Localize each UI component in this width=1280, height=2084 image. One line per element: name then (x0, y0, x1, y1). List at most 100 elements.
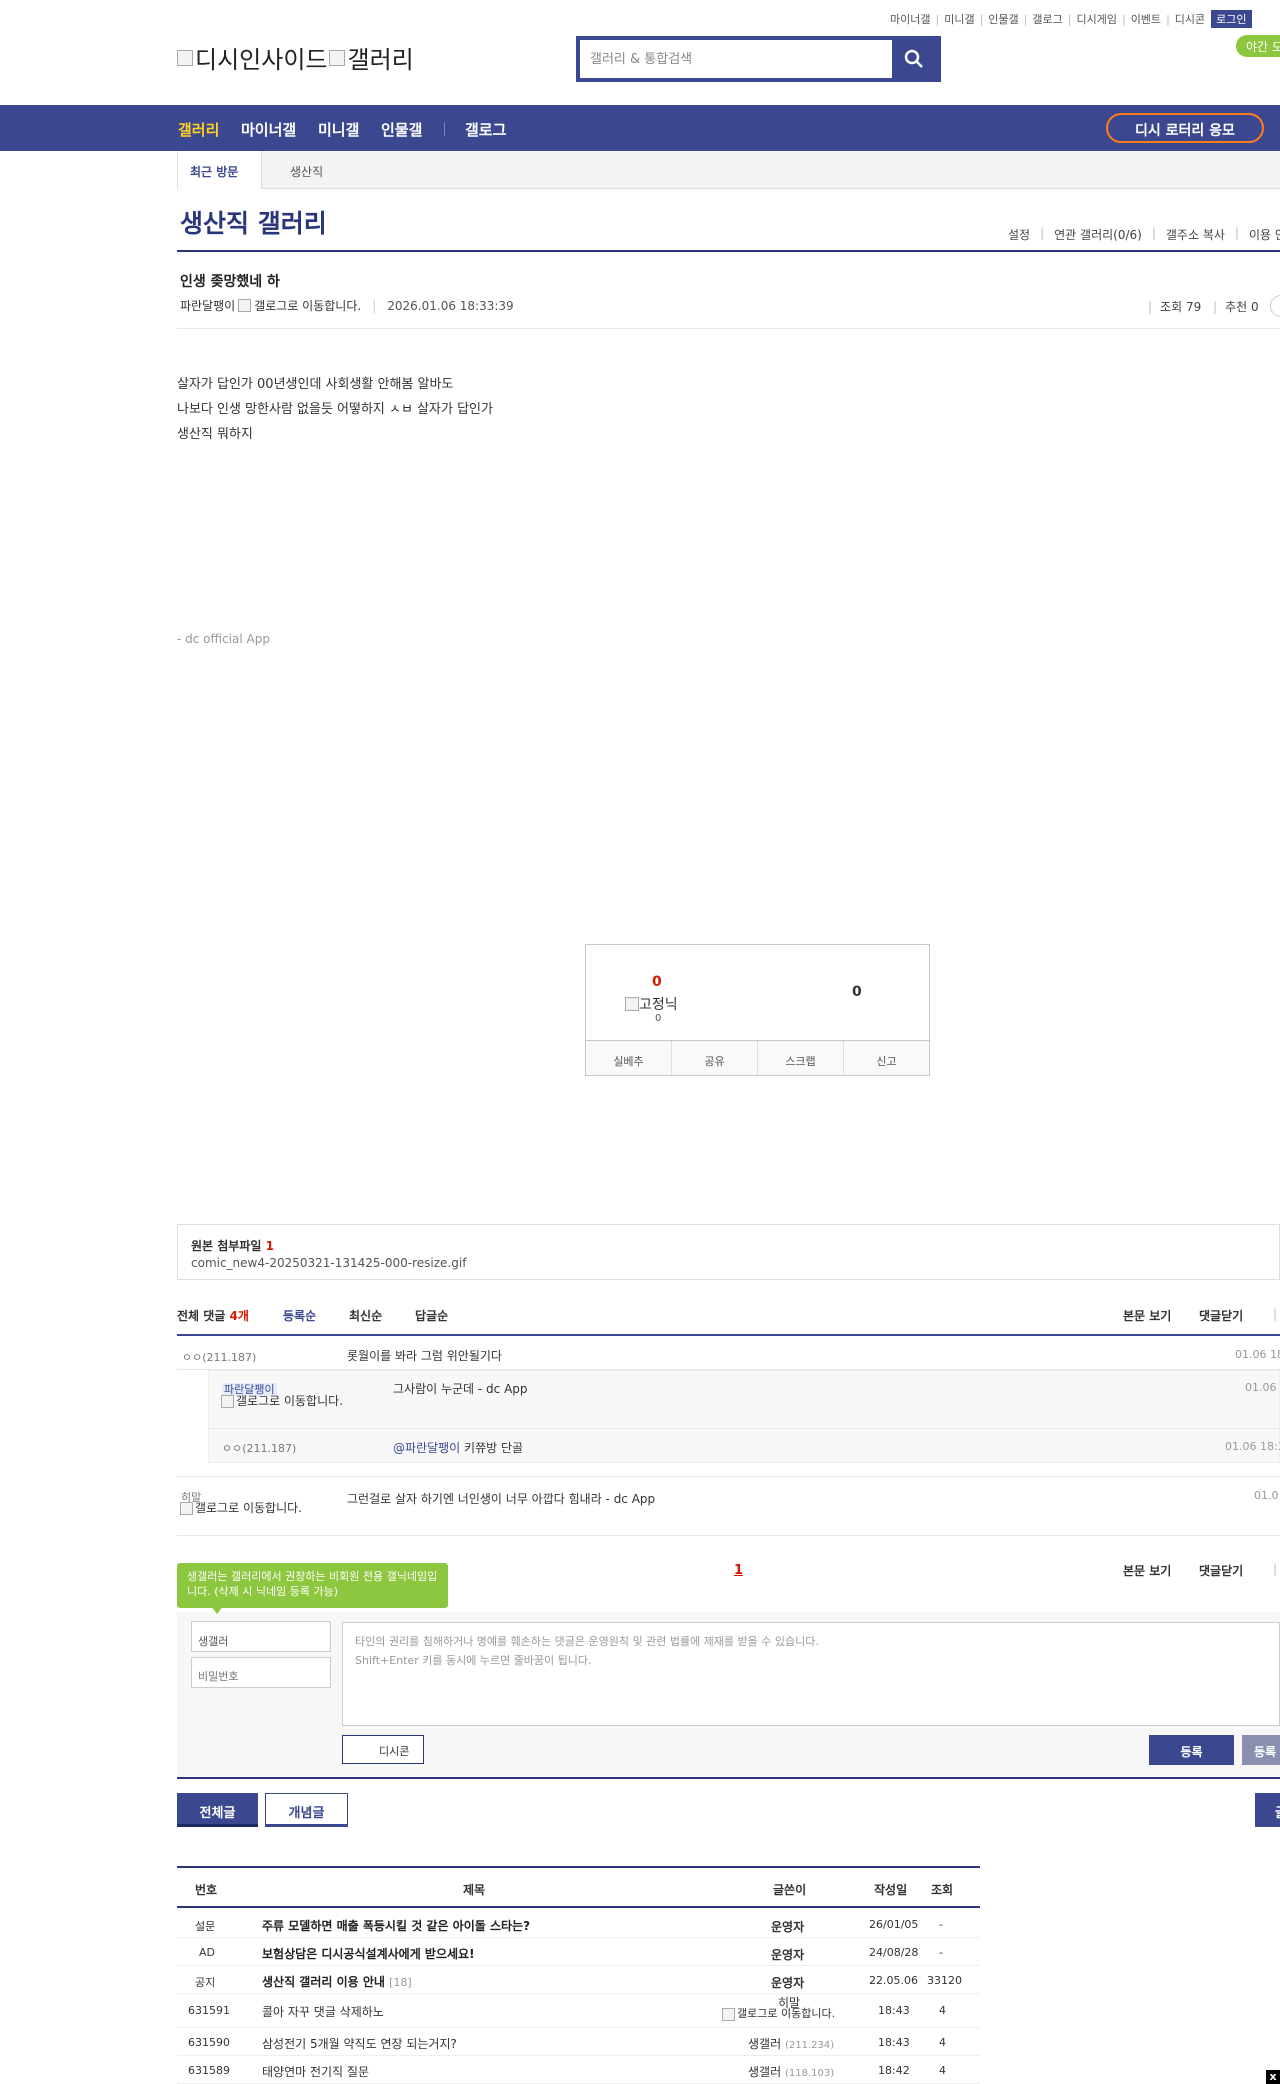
view-post-button[interactable]: 본문 보기 (1123, 1562, 1171, 1579)
write-post-button[interactable]: 글 (1255, 1793, 1280, 1827)
recent-visit-bar (177, 151, 1280, 189)
comment-page-1[interactable]: 1 (734, 1563, 743, 1578)
sort-latest[interactable]: 최신순 (349, 1307, 382, 1324)
view-post-button[interactable]: 본문 보기 (1123, 1307, 1171, 1324)
nav-minor[interactable]: 마이너갤 (241, 119, 296, 140)
row-views: - (939, 1918, 943, 1931)
top-link-minor[interactable]: 마이너갤 (890, 11, 930, 27)
top-link-event[interactable]: 이벤트 (1131, 11, 1161, 27)
row-author[interactable]: 생갤러 (211.234) (748, 2035, 834, 2052)
gallery-title[interactable]: 생산직 갤러리 (180, 204, 327, 240)
logo-text-dcinside: 디시인사이드 (195, 46, 328, 74)
recommend-up-count[interactable]: 0 (652, 974, 662, 990)
post-author[interactable]: 파란달팽이 (180, 297, 235, 314)
comment-textarea[interactable]: 타인의 권리를 침해하거나 명예를 훼손하는 댓글은 운영원칙 및 관련 법률에… (342, 1622, 1280, 1726)
col-date: 작성일 (874, 1883, 908, 1897)
tab-all-posts[interactable]: 전체글 (177, 1793, 258, 1827)
nickname-input[interactable] (191, 1621, 331, 1652)
nav-person[interactable]: 인물갤 (381, 119, 422, 140)
post-meta: 파란달팽이 갤로그로 이동합니다. | 2026.01.06 18:33:39 (180, 297, 514, 314)
search-input[interactable] (580, 40, 896, 78)
row-title[interactable]: 주류 모델하면 매출 폭등시킬 것 같은 아이돌 스타는? (262, 1917, 530, 1934)
scrap-button[interactable]: 스크랩 (758, 1041, 844, 1075)
row-title[interactable]: 보험상담은 디시공식설계사에게 받으세요! (262, 1945, 475, 1962)
nav-gallery[interactable]: 갤러리 (178, 119, 219, 140)
comment-nick: ㅇㅇ(211.187) (182, 1351, 257, 1364)
close-comments-button[interactable]: 댓글닫기 (1199, 1307, 1243, 1324)
usage-guide-link[interactable]: 이용 안내 (1249, 226, 1280, 243)
row-date: 18:43 (878, 2036, 910, 2049)
divider: | (1273, 1307, 1278, 1321)
gallog-alt-text: 갤로그로 이동합니다. (254, 299, 362, 313)
top-link-game[interactable]: 디시게임 (1076, 11, 1116, 27)
close-icon[interactable]: x (1266, 2070, 1280, 2084)
login-button[interactable]: 로그인 (1211, 10, 1252, 28)
row-author[interactable]: 생갤러 (118.103) (748, 2063, 834, 2080)
reply-nick: ㅇㅇ(211.187) (222, 1442, 297, 1455)
row-number: 631591 (188, 2004, 230, 2017)
row-title[interactable]: 태양연마 전기직 질문 (262, 2063, 369, 2080)
table-row[interactable]: 631590 삼성전기 5개월 약직도 연장 되는거지? 생갤러 (211.23… (177, 2028, 980, 2056)
attachment-file-link[interactable]: comic_new4-20250321-131425-000-resize.gi… (191, 1256, 466, 1270)
recent-visit-item[interactable]: 생산직 (290, 163, 323, 180)
recommend-down-count[interactable]: 0 (852, 984, 862, 1000)
table-row[interactable]: 631591 콜아 자꾸 댓글 삭제하노 히말 갤로그로 이동합니다. 18:4… (177, 1994, 980, 2028)
top-link-person[interactable]: 인물갤 (988, 11, 1018, 27)
close-comments-button[interactable]: 댓글닫기 (1199, 1562, 1243, 1579)
top-link-mini[interactable]: 미니갤 (944, 11, 974, 27)
gallery-links: 설정| 연관 갤러리(0/6)| 갤주소 복사| 이용 안내 (1008, 226, 1280, 243)
gallog-link[interactable]: 갤로그로 이동합니다. (722, 2007, 835, 2021)
row-title[interactable]: 콜아 자꾸 댓글 삭제하노 (262, 2003, 384, 2020)
col-title: 제목 (463, 1883, 486, 1897)
gallog-link[interactable]: 갤로그로 이동합니다. (180, 1501, 308, 1515)
recent-visit-tab[interactable]: 최근 방문 (177, 151, 262, 189)
copy-address-link[interactable]: 갤주소 복사 (1166, 226, 1225, 243)
best-recommend-button[interactable]: 실베추 (586, 1041, 672, 1075)
gallog-icon[interactable] (238, 299, 252, 312)
nav-mini[interactable]: 미니갤 (318, 119, 359, 140)
post-body-line: 살자가 답인가 00년생인데 사회생활 안해봄 알바도 (177, 377, 454, 392)
row-title[interactable]: 생산직 갤러리 이용 안내 [18] (262, 1973, 412, 1990)
sort-replies[interactable]: 답글순 (415, 1307, 448, 1324)
site-logo[interactable]: 디시인사이드 갤러리 (177, 40, 414, 75)
row-author[interactable]: 운영자 (771, 1974, 804, 1991)
night-mode-toggle[interactable]: 야간 모드 (1236, 35, 1280, 57)
broken-image-icon (180, 1502, 193, 1515)
submit-recommend-button[interactable]: 등록 (1242, 1735, 1280, 1765)
table-row[interactable]: 설문 주류 모델하면 매출 폭등시킬 것 같은 아이돌 스타는? 운영자 26/… (177, 1910, 980, 1938)
submit-comment-button[interactable]: 등록 (1149, 1735, 1234, 1765)
comment-count-icon[interactable] (1270, 295, 1280, 317)
reply-date: 01.06 1 (1245, 1381, 1280, 1394)
sort-registered[interactable]: 등록순 (283, 1307, 316, 1324)
broken-image-icon (329, 49, 346, 66)
row-author[interactable]: 운영자 (771, 1946, 804, 1963)
nav-gallog[interactable]: 갤로그 (465, 119, 506, 140)
nav-divider (444, 122, 445, 136)
search-box (576, 36, 941, 82)
table-row[interactable]: 공지 생산직 갤러리 이용 안내 [18] 운영자 22.05.06 33120 (177, 1966, 980, 1994)
gallery-settings-link[interactable]: 설정 (1008, 226, 1030, 243)
dccon-button[interactable]: 디시콘 (342, 1735, 424, 1764)
lottery-button[interactable]: 디시 로터리 응모 (1106, 113, 1264, 143)
table-row[interactable]: 631589 태양연마 전기직 질문 생갤러 (118.103) 18:42 4 (177, 2056, 980, 2084)
reply-mention[interactable]: @파란달팽이 (393, 1441, 460, 1455)
row-views: 4 (939, 2036, 946, 2049)
table-row[interactable]: AD 보험상담은 디시공식설계사에게 받으세요! 운영자 24/08/28 - (177, 1938, 980, 1966)
share-button[interactable]: 공유 (672, 1041, 758, 1075)
search-button[interactable] (892, 40, 937, 78)
top-link-dccon[interactable]: 디시콘 (1175, 11, 1205, 27)
reply-list (208, 1370, 1280, 1463)
gallog-link[interactable]: 갤로그로 이동합니다. (221, 1394, 346, 1408)
comment-item (177, 1476, 1280, 1536)
row-views: - (939, 1946, 943, 1959)
post-body-line: 나보다 인생 망한사람 없을듯 어떻하지 ㅅㅂ 살자가 답인가 (177, 402, 493, 417)
row-number: 공지 (195, 1976, 216, 1989)
password-input[interactable] (191, 1657, 331, 1688)
tab-hot-posts[interactable]: 개념글 (265, 1793, 348, 1827)
related-gallery-link[interactable]: 연관 갤러리(0/6) (1054, 226, 1142, 243)
row-author[interactable]: 운영자 (771, 1918, 804, 1935)
report-button[interactable]: 신고 (844, 1041, 929, 1075)
row-title[interactable]: 삼성전기 5개월 약직도 연장 되는거지? (262, 2035, 457, 2052)
row-number: AD (199, 1946, 215, 1959)
top-link-gallog[interactable]: 갤로그 (1032, 11, 1062, 27)
